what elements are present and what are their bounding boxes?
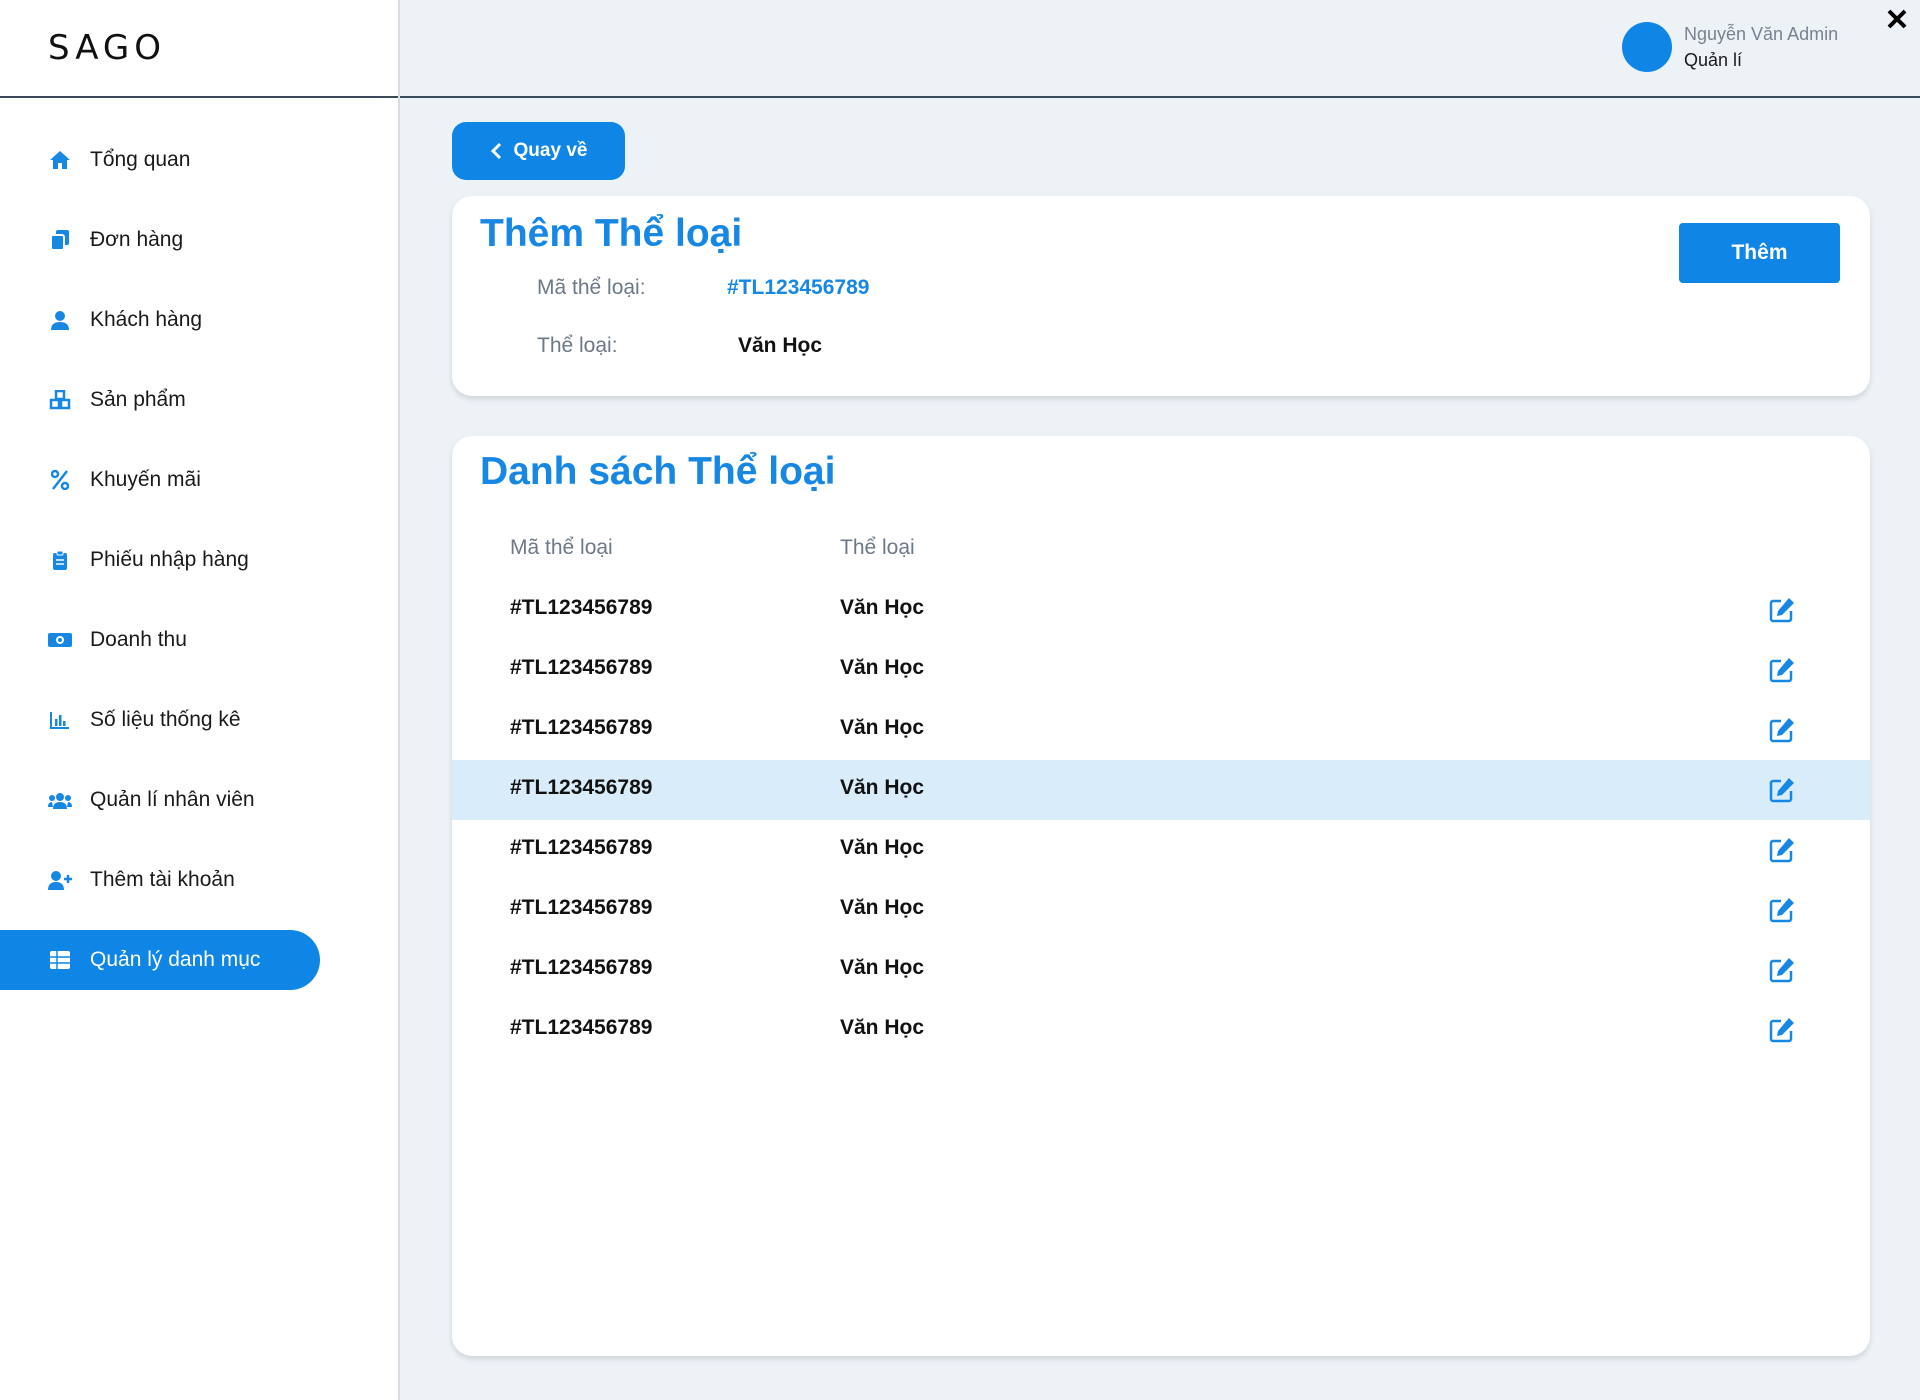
chevron-left-icon — [490, 142, 502, 160]
edit-icon[interactable] — [1768, 776, 1796, 804]
close-icon[interactable] — [1886, 4, 1908, 38]
table-row[interactable]: #TL123456789 Văn Học — [452, 580, 1870, 640]
column-header-name: Thể loại — [840, 536, 915, 559]
cubes-icon — [48, 388, 72, 412]
logo-area: SAGO — [0, 0, 398, 98]
row-code: #TL123456789 — [510, 716, 653, 739]
sidebar-item-label: Quản lí nhân viên — [90, 788, 255, 811]
avatar[interactable] — [1622, 22, 1672, 72]
table-row-highlighted[interactable]: #TL123456789 Văn Học — [452, 760, 1870, 820]
category-code-label: Mã thể loại: — [537, 276, 646, 299]
sidebar-item-don-hang[interactable]: Đơn hàng — [0, 210, 400, 270]
bar-chart-icon — [48, 708, 72, 732]
sidebar-item-them-tai-khoan[interactable]: Thêm tài khoản — [0, 850, 400, 910]
add-button[interactable]: Thêm — [1679, 223, 1840, 283]
category-list-title: Danh sách Thể loại — [480, 450, 836, 493]
row-name: Văn Học — [840, 1016, 925, 1039]
sidebar-item-khach-hang[interactable]: Khách hàng — [0, 290, 400, 350]
row-name: Văn Học — [840, 596, 925, 619]
table-row[interactable]: #TL123456789 Văn Học — [452, 700, 1870, 760]
sidebar-item-label: Thêm tài khoản — [90, 868, 235, 891]
sidebar-item-label: Phiếu nhập hàng — [90, 548, 249, 571]
category-code-value: #TL123456789 — [727, 276, 870, 299]
sidebar-item-label: Số liệu thống kê — [90, 708, 241, 731]
category-name-label: Thể loại: — [537, 334, 618, 357]
edit-icon[interactable] — [1768, 656, 1796, 684]
sidebar-item-san-pham[interactable]: Sản phẩm — [0, 370, 400, 430]
row-name: Văn Học — [840, 896, 925, 919]
home-icon — [48, 148, 72, 172]
sidebar-item-label: Quản lý danh mục — [90, 948, 261, 971]
sidebar-item-label: Khách hàng — [90, 308, 203, 331]
row-name: Văn Học — [840, 656, 925, 679]
row-code: #TL123456789 — [510, 956, 653, 979]
user-role: Quản lí — [1684, 50, 1743, 70]
edit-icon[interactable] — [1768, 1016, 1796, 1044]
sidebar-item-quan-li-nhan-vien[interactable]: Quản lí nhân viên — [0, 770, 400, 830]
money-icon — [48, 628, 72, 652]
sidebar: SAGO Tổng quan Đơn hàng Khách hàng Sản p… — [0, 0, 400, 1400]
table-row[interactable]: #TL123456789 Văn Học — [452, 880, 1870, 940]
edit-icon[interactable] — [1768, 596, 1796, 624]
sidebar-item-label: Khuyến mãi — [90, 468, 201, 491]
row-name: Văn Học — [840, 836, 925, 859]
logo[interactable]: SAGO — [48, 28, 166, 68]
row-code: #TL123456789 — [510, 776, 653, 799]
sidebar-item-doanh-thu[interactable]: Doanh thu — [0, 610, 400, 670]
back-button-label: Quay về — [513, 140, 588, 161]
row-code: #TL123456789 — [510, 596, 653, 619]
sidebar-item-phieu-nhap-hang[interactable]: Phiếu nhập hàng — [0, 530, 400, 590]
sidebar-item-tong-quan[interactable]: Tổng quan — [0, 130, 400, 190]
row-name: Văn Học — [840, 956, 925, 979]
users-icon — [48, 788, 72, 812]
row-name: Văn Học — [840, 716, 925, 739]
sidebar-item-quan-ly-danh-muc[interactable]: Quản lý danh mục — [0, 930, 320, 990]
category-list-card: Danh sách Thể loại Mã thể loại Thể loại … — [452, 436, 1870, 1356]
table-row[interactable]: #TL123456789 Văn Học — [452, 1000, 1870, 1060]
sidebar-item-label: Đơn hàng — [90, 228, 184, 251]
sidebar-item-so-lieu-thong-ke[interactable]: Số liệu thống kê — [0, 690, 400, 750]
row-code: #TL123456789 — [510, 656, 653, 679]
row-name: Văn Học — [840, 776, 925, 799]
user-name: Nguyễn Văn Admin — [1684, 24, 1839, 44]
sidebar-item-khuyen-mai[interactable]: Khuyến mãi — [0, 450, 400, 510]
percent-icon — [48, 468, 72, 492]
add-category-title: Thêm Thể loại — [480, 212, 743, 255]
edit-icon[interactable] — [1768, 896, 1796, 924]
column-header-code: Mã thể loại — [510, 536, 613, 559]
add-category-card: Thêm Thể loại Mã thể loại: #TL123456789 … — [452, 196, 1870, 396]
sidebar-item-label: Tổng quan — [90, 148, 191, 171]
back-button[interactable]: Quay về — [452, 122, 625, 180]
sidebar-item-label: Doanh thu — [90, 628, 187, 651]
table-row[interactable]: #TL123456789 Văn Học — [452, 940, 1870, 1000]
category-name-value[interactable]: Văn Học — [738, 334, 822, 358]
edit-icon[interactable] — [1768, 836, 1796, 864]
user-plus-icon — [48, 868, 72, 892]
edit-icon[interactable] — [1768, 716, 1796, 744]
table-icon — [48, 948, 72, 972]
sidebar-nav: Tổng quan Đơn hàng Khách hàng Sản phẩm K… — [0, 130, 400, 1010]
table-row[interactable]: #TL123456789 Văn Học — [452, 820, 1870, 880]
row-code: #TL123456789 — [510, 1016, 653, 1039]
table-row[interactable]: #TL123456789 Văn Học — [452, 640, 1870, 700]
edit-icon[interactable] — [1768, 956, 1796, 984]
row-code: #TL123456789 — [510, 896, 653, 919]
copy-icon — [48, 228, 72, 252]
row-code: #TL123456789 — [510, 836, 653, 859]
sidebar-item-label: Sản phẩm — [90, 388, 186, 411]
top-bar: Nguyễn Văn Admin Quản lí — [400, 0, 1920, 98]
clipboard-icon — [48, 548, 72, 572]
user-icon — [48, 308, 72, 332]
